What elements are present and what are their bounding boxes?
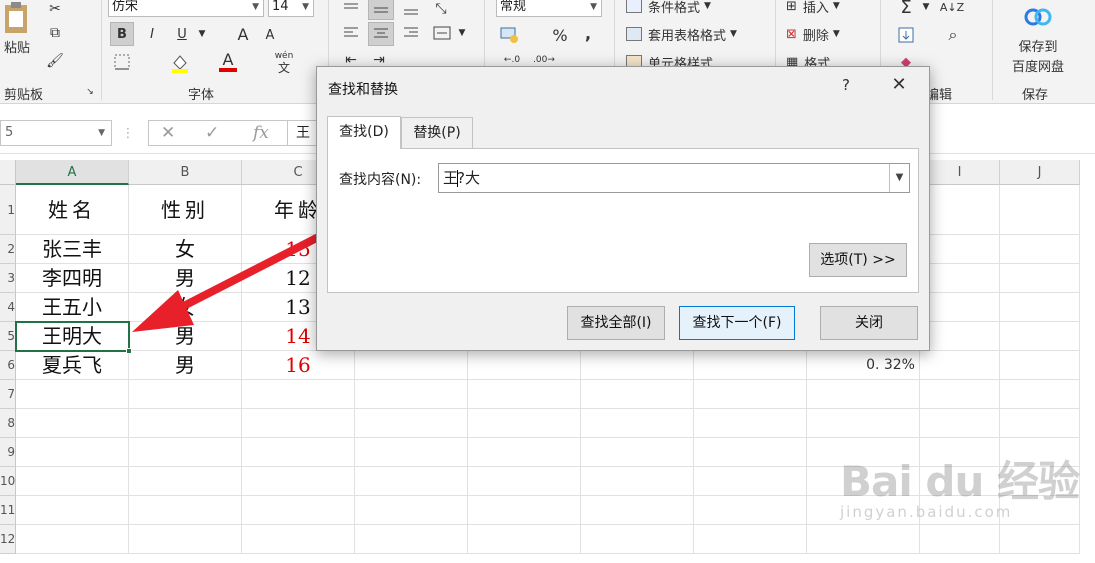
find-all-button[interactable]: 查找全部(I): [567, 306, 665, 340]
tab-replace[interactable]: 替换(P): [401, 117, 473, 148]
excel-window: 粘贴 ✂ ⧉ 🖌 剪贴板 ↘ 仿宋 ▼ 14 ▼ B I U ▼ A A A wén…: [0, 0, 1095, 563]
close-icon[interactable]: ✕: [887, 74, 911, 95]
help-icon[interactable]: ?: [835, 76, 857, 94]
find-value-part2: ?大: [457, 169, 480, 187]
watermark-brand: Bai du 经验: [840, 457, 1080, 506]
find-value-part1: 王: [443, 169, 459, 187]
find-replace-dialog: 查找和替换 ? ✕ 查找(D) 替换(P) 查找内容(N): 王?大 ▼ 选项(…: [316, 66, 930, 351]
chevron-down-icon[interactable]: ▼: [889, 164, 909, 192]
options-button[interactable]: 选项(T) >>: [809, 243, 907, 277]
tab-find[interactable]: 查找(D): [327, 116, 401, 149]
dialog-title: 查找和替换: [328, 82, 398, 98]
baidu-jingyan-watermark: Bai du 经验 jingyan.baidu.com: [840, 448, 1090, 538]
close-button[interactable]: 关闭: [820, 306, 918, 340]
find-tab-panel: 查找内容(N): 王?大 ▼ 选项(T) >>: [327, 148, 919, 293]
find-what-input[interactable]: 王?大 ▼: [438, 163, 910, 193]
find-what-label: 查找内容(N):: [339, 172, 422, 188]
find-next-button[interactable]: 查找下一个(F): [679, 306, 795, 340]
